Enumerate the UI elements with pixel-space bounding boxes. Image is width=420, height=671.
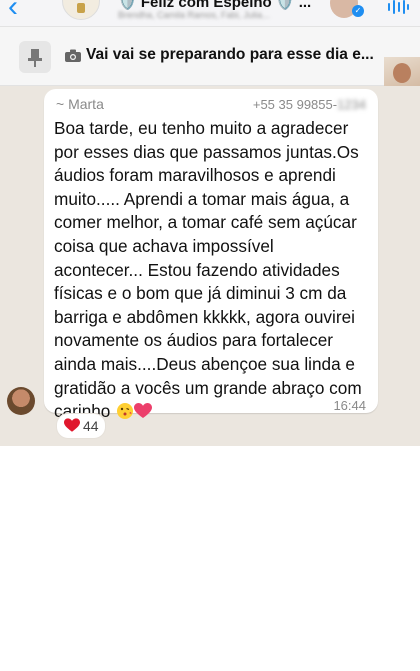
group-members: Brendha, Camila Ramos, Fabi, Julia... (118, 10, 270, 20)
reaction-badge[interactable]: 44 (56, 413, 106, 439)
pinned-preview-text: Vai vai se preparando para esse dia e... (86, 46, 374, 63)
reaction-count: 44 (83, 418, 99, 434)
heart-icon (64, 418, 80, 432)
group-avatar[interactable] (62, 0, 100, 20)
message-text: Boa tarde, eu tenho muito a agradecer po… (54, 117, 372, 424)
camera-icon (65, 49, 81, 62)
chat-area: ~ Marta +55 35 99855-1234 Boa tarde, eu … (0, 86, 420, 446)
pin-icon[interactable] (19, 41, 51, 73)
chevron-left-icon[interactable]: ‹ (8, 0, 18, 22)
phone-number: +55 35 99855- (252, 97, 338, 112)
heart-emoji-icon (134, 403, 153, 419)
sender-name[interactable]: ~ Marta (56, 96, 104, 112)
check-icon: ✓ (352, 5, 364, 17)
phone-masked: 1234 (337, 97, 366, 112)
chat-header: ‹ 🛡️ Feliz com Espelho 🛡️ ... Brendha, C… (0, 0, 420, 27)
avatar[interactable] (7, 387, 35, 415)
message-bubble[interactable]: ~ Marta +55 35 99855-1234 Boa tarde, eu … (44, 89, 378, 421)
sender-phone: +55 35 99855-1234 (253, 97, 366, 112)
message-time: 16:44 (333, 398, 366, 413)
audio-wave-icon[interactable] (386, 0, 410, 14)
message-body: Boa tarde, eu tenho muito a agradecer po… (54, 118, 362, 422)
pinned-message-bar[interactable]: Vai vai se preparando para esse dia e... (0, 27, 420, 109)
kiss-emoji-icon (117, 403, 134, 420)
